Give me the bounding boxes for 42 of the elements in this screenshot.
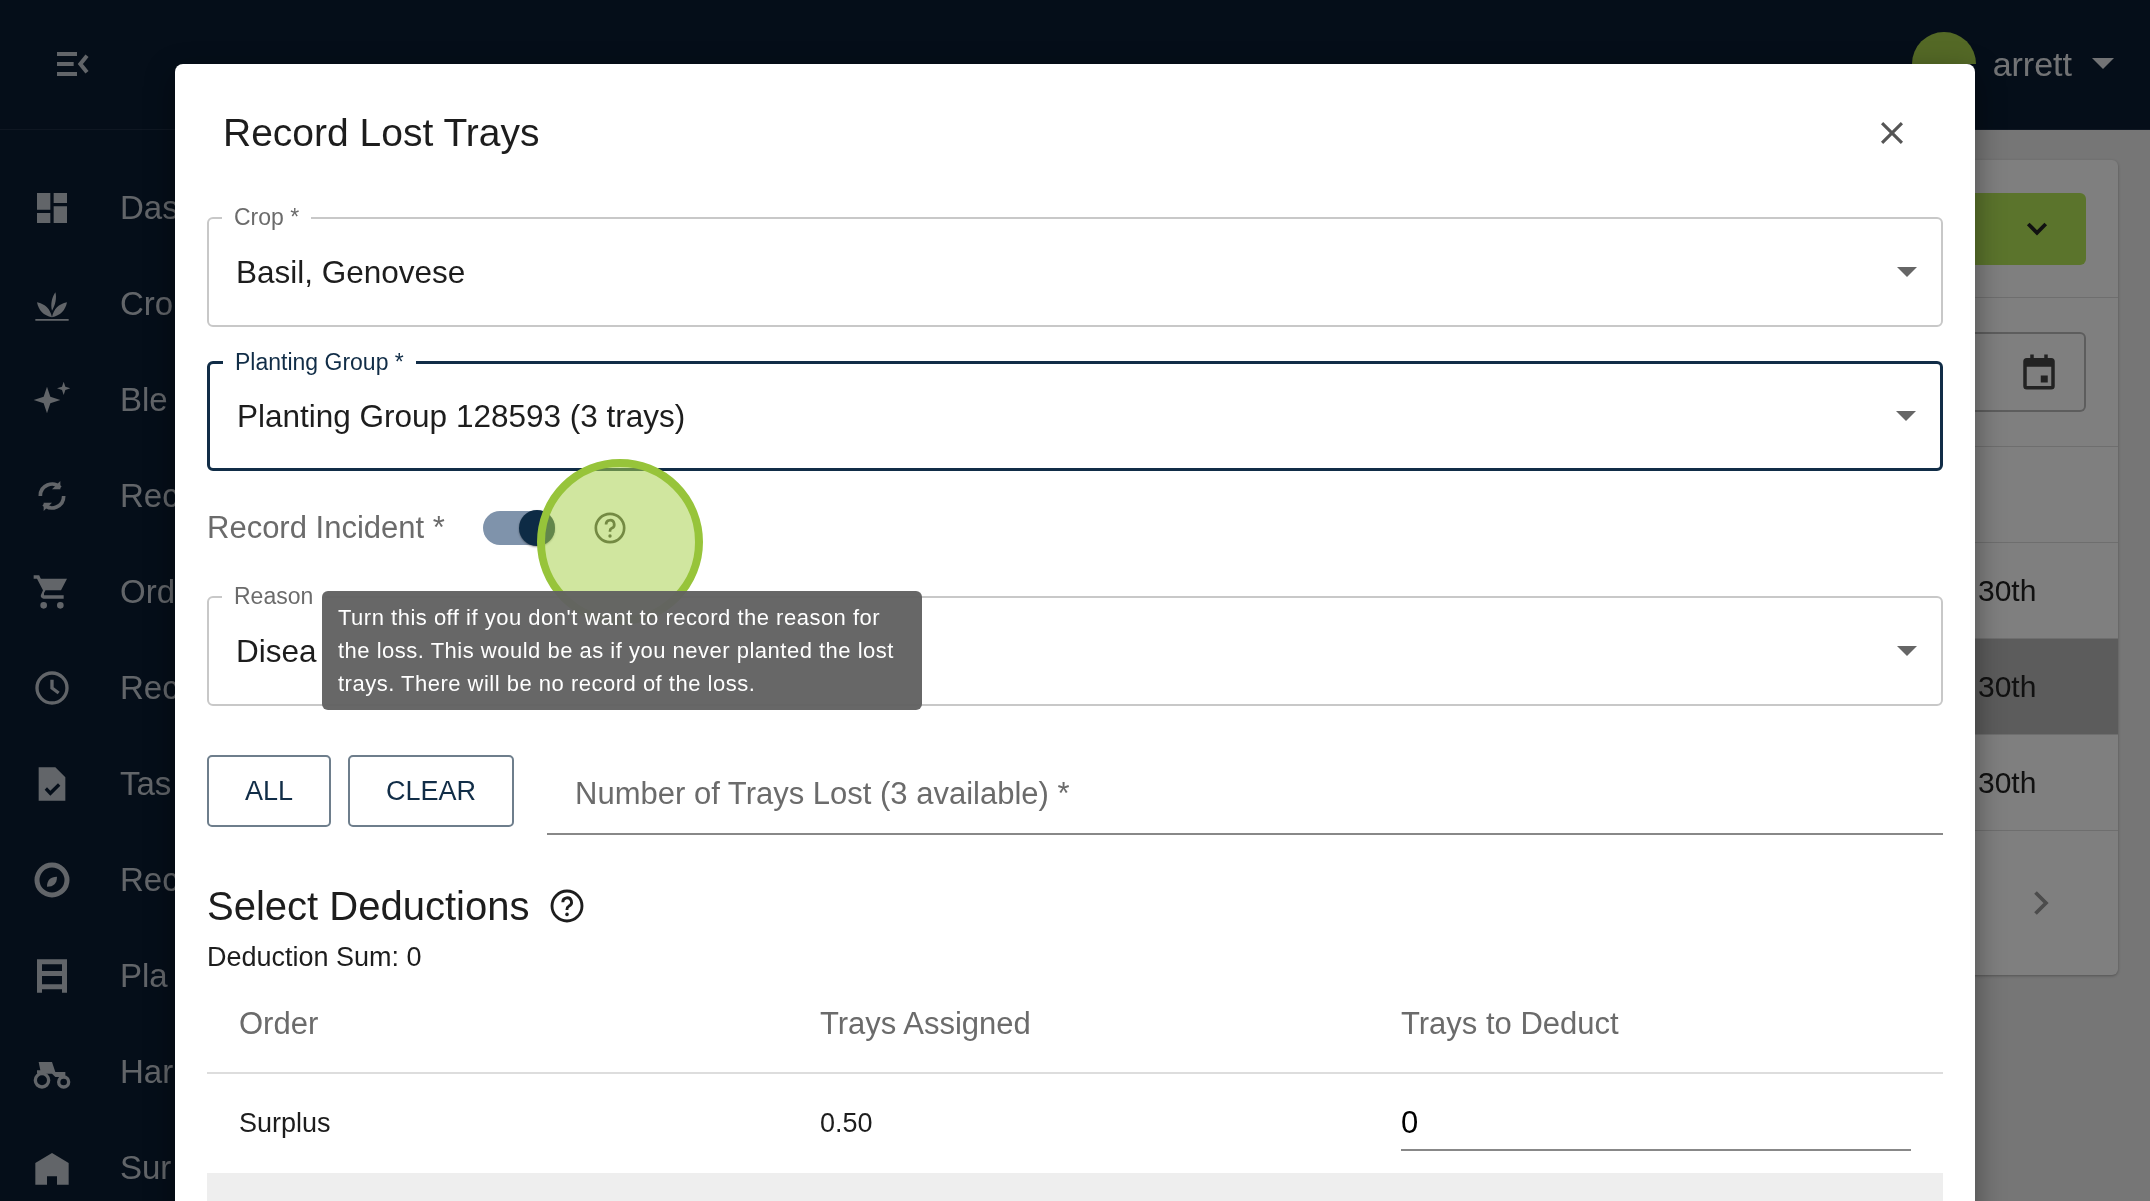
leaf-cycle-icon <box>32 860 72 900</box>
dropdown-arrow-icon <box>1897 267 1917 277</box>
sidebar-item[interactable]: Rec <box>120 669 179 707</box>
section-title: Select Deductions <box>207 883 530 929</box>
dialog-title: Record Lost Trays <box>223 111 540 155</box>
sidebar-item[interactable]: Tas <box>120 765 172 803</box>
deduction-sum: Deduction Sum: 0 <box>207 941 423 973</box>
field-value: Planting Group 128593 (3 trays) <box>237 397 686 435</box>
dropdown-arrow-icon <box>1896 411 1916 421</box>
help-icon <box>549 888 586 924</box>
sidebar-item[interactable]: Sur <box>120 1149 172 1187</box>
list-row[interactable]: 30th <box>1975 735 2118 831</box>
field-value: Disea <box>236 632 317 670</box>
caret-icon <box>2092 58 2114 69</box>
help-icon <box>592 511 627 545</box>
dropdown-arrow-icon <box>1897 646 1917 656</box>
column-header: Trays to Deduct <box>1400 1006 1620 1042</box>
date-text: 30th <box>1978 573 2037 608</box>
sidebar-item[interactable]: Ord <box>120 573 175 611</box>
outlined-button[interactable]: ALL <box>207 755 332 827</box>
date-text: 30th <box>1978 765 2037 800</box>
table-cell-text: 0.50 <box>819 1108 874 1139</box>
sidebar-item[interactable]: Har <box>120 1053 174 1091</box>
field-value: Basil, Genovese <box>236 253 466 291</box>
sidebar-item[interactable]: Rec <box>120 861 179 899</box>
sidebar-item[interactable]: Rec <box>120 477 179 515</box>
date-text: 30th <box>1978 669 2037 704</box>
sidebar-item[interactable]: Pla <box>120 957 168 995</box>
switch-label: Record Incident * <box>207 510 445 546</box>
list-row[interactable]: 30th <box>1975 543 2118 639</box>
sidebar-item[interactable]: Ble <box>120 381 168 419</box>
clock-icon <box>32 668 72 708</box>
column-header: Trays Assigned <box>819 1006 1032 1042</box>
toggle-switch[interactable] <box>482 511 555 545</box>
tooltip: Turn this off if you don't want to record the reason for the loss. This would be as if you never planted the lost trays. There will be no record of the loss. <box>322 591 922 710</box>
outlined-button[interactable]: CLEAR <box>348 755 515 827</box>
table-cell-text: Surplus <box>238 1108 332 1139</box>
column-header: Order <box>238 1006 320 1042</box>
user-name[interactable]: arrett <box>1992 45 2072 84</box>
list-row[interactable]: 30th <box>1975 639 2118 735</box>
sidebar-item[interactable]: Das <box>120 189 179 227</box>
sidebar-item[interactable]: Cro <box>120 285 174 323</box>
